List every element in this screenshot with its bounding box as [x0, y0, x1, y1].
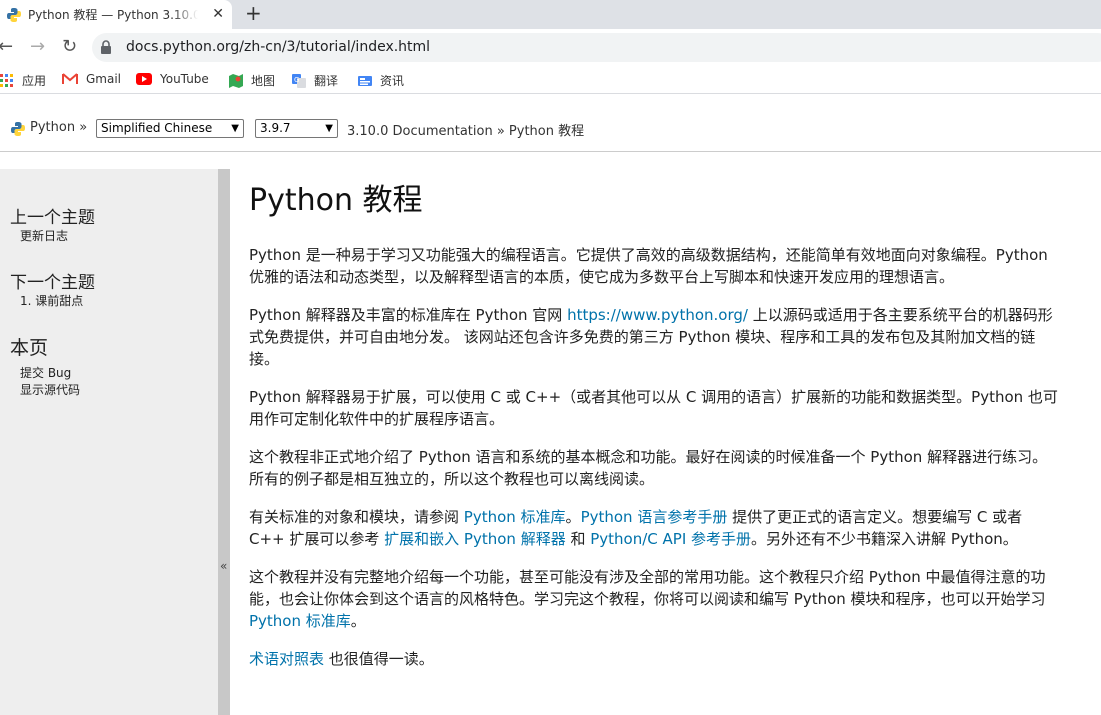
bookmark-label: 资讯 — [380, 74, 405, 88]
chevron-down-icon: ▼ — [231, 123, 239, 134]
sidebar-page-heading: 本页 — [10, 337, 49, 359]
paragraph-text: 。 — [565, 508, 581, 526]
main-content: Python 教程 Python 是一种易于学习又功能强大的编程语言。它提供了高… — [249, 180, 1059, 686]
paragraph-text: 。另外还有不少书籍深入讲解 Python。 — [751, 530, 1018, 548]
extending-link[interactable]: 扩展和嵌入 Python 解释器 — [384, 530, 566, 548]
paragraph-text: 这个教程非正式地介绍了 Python 语言和系统的基本概念和功能。最好在阅读的时… — [249, 448, 1048, 488]
news-icon — [358, 75, 372, 86]
report-bug-link[interactable]: 提交 Bug — [20, 364, 71, 381]
bookmark-apps[interactable]: 应用 — [0, 72, 46, 89]
bookmarks-bar: 应用 Gmail YouTube 地图 G 翻译 资讯 — [0, 66, 1101, 94]
bookmark-label: Gmail — [86, 72, 122, 86]
paragraph: 这个教程并没有完整地介绍每一个功能，甚至可能没有涉及全部的常用功能。这个教程只介… — [249, 566, 1059, 632]
new-tab-button[interactable]: + — [245, 3, 262, 23]
paragraph: 这个教程非正式地介绍了 Python 语言和系统的基本概念和功能。最好在阅读的时… — [249, 446, 1059, 490]
docs-header: Python » Simplified Chinese ▼ 3.9.7 ▼ 3.… — [0, 110, 1101, 152]
paragraph-text: 和 — [565, 530, 591, 548]
sidebar-next-heading: 下一个主题 — [10, 273, 95, 293]
collapse-sidebar-button[interactable]: « — [220, 559, 227, 573]
forward-icon[interactable]: → — [30, 37, 45, 57]
sidebar-prev-link[interactable]: 更新日志 — [20, 227, 68, 244]
paragraph-text: 也很值得一读。 — [324, 650, 434, 668]
header-divider — [0, 151, 1101, 152]
paragraph-text: 有关标准的对象和模块，请参阅 — [249, 508, 464, 526]
sidebar-next-link[interactable]: 1. 课前甜点 — [20, 292, 83, 309]
breadcrumb-documentation[interactable]: 3.10.0 Documentation » Python 教程 — [347, 120, 584, 139]
language-reference-link[interactable]: Python 语言参考手册 — [581, 508, 728, 526]
tab-title: Python 教程 — Python 3.10.0 文档 — [28, 8, 198, 22]
python-logo-icon — [11, 122, 25, 136]
lock-icon — [101, 40, 111, 54]
stdlib-link[interactable]: Python 标准库 — [464, 508, 566, 526]
paragraph-text: Python 是一种易于学习又功能强大的编程语言。它提供了高效的高级数据结构，还… — [249, 246, 1048, 286]
paragraph: 有关标准的对象和模块，请参阅 Python 标准库。Python 语言参考手册 … — [249, 506, 1059, 550]
sidebar: 上一个主题 更新日志 下一个主题 1. 课前甜点 本页 提交 Bug 显示源代码 — [0, 169, 218, 715]
page-title: Python 教程 — [249, 183, 423, 218]
language-select-value: Simplified Chinese — [101, 121, 213, 135]
bookmark-maps[interactable]: 地图 — [229, 72, 275, 89]
show-source-link[interactable]: 显示源代码 — [20, 381, 80, 398]
paragraph: Python 解释器易于扩展，可以使用 C 或 C++（或者其他可以从 C 调用… — [249, 386, 1059, 430]
stdlib-link[interactable]: Python 标准库 — [249, 612, 351, 630]
bookmark-label: YouTube — [160, 72, 209, 86]
close-icon[interactable]: ✕ — [212, 6, 224, 22]
bookmark-translate[interactable]: G 翻译 — [292, 72, 338, 89]
url-text: docs.python.org/zh-cn/3/tutorial/index.h… — [126, 39, 431, 55]
bookmark-label: 应用 — [22, 74, 47, 88]
bookmark-youtube[interactable]: YouTube — [136, 72, 209, 86]
back-icon[interactable]: ← — [0, 37, 13, 57]
c-api-link[interactable]: Python/C API 参考手册 — [590, 530, 751, 548]
bookmark-gmail[interactable]: Gmail — [62, 72, 121, 86]
browser-toolbar: ← → ↻ docs.python.org/zh-cn/3/tutorial/i… — [0, 29, 1101, 66]
bookmark-label: 翻译 — [314, 74, 339, 88]
paragraph-text: 。 — [350, 612, 366, 630]
translate-icon: G — [292, 73, 306, 88]
version-select-value: 3.9.7 — [260, 121, 291, 135]
address-bar[interactable]: docs.python.org/zh-cn/3/tutorial/index.h… — [92, 33, 1101, 62]
youtube-icon — [136, 73, 152, 85]
apps-icon — [0, 73, 13, 87]
paragraph-text: Python 解释器易于扩展，可以使用 C 或 C++（或者其他可以从 C 调用… — [249, 388, 1058, 428]
python-org-link[interactable]: https://www.python.org/ — [567, 306, 748, 324]
python-favicon — [7, 7, 21, 22]
language-select[interactable]: Simplified Chinese ▼ — [96, 119, 244, 138]
browser-tab[interactable]: Python 教程 — Python 3.10.0 文档 ✕ — [0, 0, 232, 29]
sidebar-prev-heading: 上一个主题 — [10, 208, 95, 228]
paragraph: 术语对照表 也很值得一读。 — [249, 648, 1059, 670]
tab-strip: Python 教程 — Python 3.10.0 文档 ✕ + — [0, 0, 1101, 29]
reload-icon[interactable]: ↻ — [62, 37, 77, 57]
version-select[interactable]: 3.9.7 ▼ — [255, 119, 338, 138]
bookmark-news[interactable]: 资讯 — [358, 72, 404, 89]
breadcrumb-python[interactable]: Python » — [30, 120, 87, 135]
svg-text:G: G — [294, 76, 299, 84]
paragraph: Python 解释器及丰富的标准库在 Python 官网 https://www… — [249, 304, 1059, 370]
maps-icon — [229, 73, 243, 88]
sidebar-collapse-bar[interactable]: « — [218, 169, 230, 715]
paragraph: Python 是一种易于学习又功能强大的编程语言。它提供了高效的高级数据结构，还… — [249, 244, 1059, 288]
paragraph-text: 这个教程并没有完整地介绍每一个功能，甚至可能没有涉及全部的常用功能。这个教程只介… — [249, 568, 1046, 608]
glossary-link[interactable]: 术语对照表 — [249, 650, 324, 668]
chevron-down-icon: ▼ — [325, 123, 333, 134]
paragraph-text: Python 解释器及丰富的标准库在 Python 官网 — [249, 306, 568, 324]
bookmark-label: 地图 — [251, 74, 276, 88]
gmail-icon — [62, 73, 78, 84]
